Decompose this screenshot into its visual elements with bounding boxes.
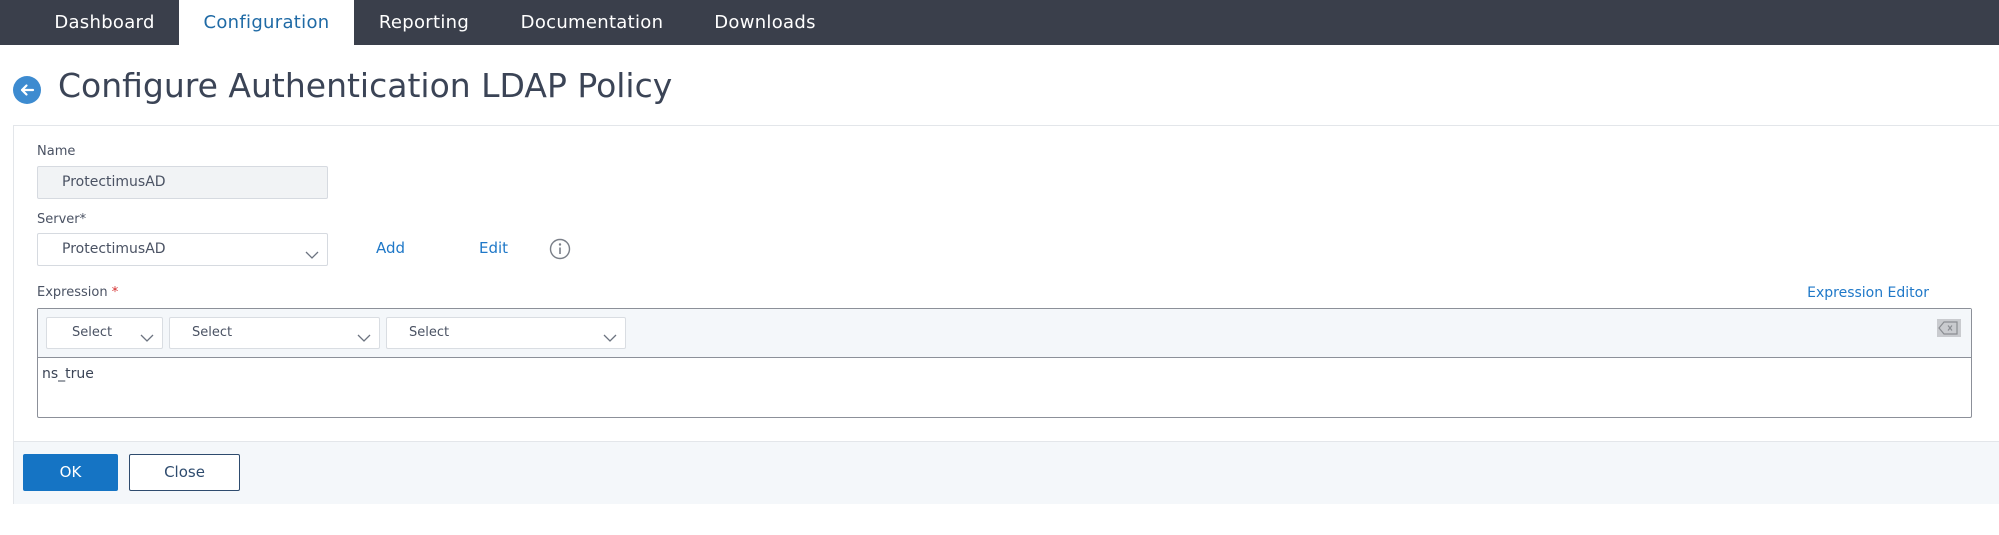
close-button[interactable]: Close [129,454,240,491]
chevron-down-icon [305,243,319,274]
expression-select-2[interactable]: Select [169,317,380,349]
tab-reporting[interactable]: Reporting [354,0,494,45]
required-mark: * [111,285,119,300]
page-title: Configure Authentication LDAP Policy [58,66,673,105]
chevron-down-icon [357,327,371,357]
expression-editor-link[interactable]: Expression Editor [1807,285,1929,301]
policy-form-panel: Name ProtectimusAD Server* ProtectimusAD… [13,125,1999,504]
select-placeholder: Select [409,325,450,340]
back-arrow-icon[interactable] [13,76,41,104]
ok-button[interactable]: OK [23,454,118,491]
expression-select-3[interactable]: Select [386,317,626,349]
chevron-down-icon [603,327,617,357]
chevron-down-icon [140,327,154,357]
name-field[interactable]: ProtectimusAD [37,166,328,199]
expression-input[interactable]: ns_true [42,366,1962,412]
server-select[interactable]: ProtectimusAD [37,233,328,266]
backspace-icon[interactable] [1937,319,1961,337]
name-label: Name [37,144,76,159]
tab-dashboard[interactable]: Dashboard [30,0,179,45]
select-placeholder: Select [192,325,233,340]
expression-toolbar: Select Select Select [38,309,1971,358]
expression-box: Select Select Select ns_true [37,308,1972,418]
expression-label-text: Expression [37,285,108,300]
select-placeholder: Select [72,325,113,340]
add-server-link[interactable]: Add [376,239,405,257]
expression-select-1[interactable]: Select [46,317,163,349]
expression-label: Expression * [37,285,118,300]
tab-configuration[interactable]: Configuration [179,0,354,45]
top-navigation: Dashboard Configuration Reporting Docume… [0,0,1999,45]
edit-server-link[interactable]: Edit [479,239,508,257]
tab-downloads[interactable]: Downloads [690,0,840,45]
info-circle-icon[interactable] [549,238,571,260]
server-selected-value: ProtectimusAD [62,241,166,257]
server-label: Server* [37,212,87,227]
tab-documentation[interactable]: Documentation [494,0,690,45]
form-footer: OK Close [14,441,1999,504]
